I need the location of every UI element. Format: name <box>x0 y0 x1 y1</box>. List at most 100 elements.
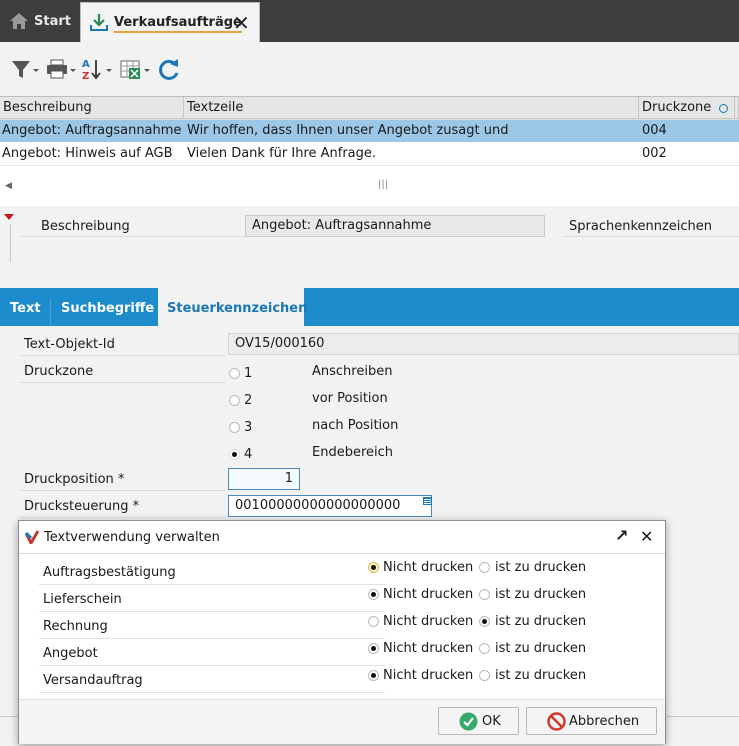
beschreibung-label: Beschreibung <box>41 219 130 234</box>
option-label: ist zu drucken <box>495 641 587 656</box>
rechnung-ist-zu-drucken-radio[interactable] <box>479 616 490 627</box>
dialog-row-versandauftrag: Versandauftrag <box>39 666 385 693</box>
option-label: ist zu drucken <box>495 587 587 602</box>
beschreibung-field[interactable]: Angebot: Auftragsannahme <box>245 215 545 237</box>
tab-suchbegriffe[interactable]: Suchbegriffe <box>51 288 157 326</box>
druckzone-label: Druckzone <box>24 364 94 379</box>
tab-text[interactable]: Text <box>0 288 50 326</box>
results-grid: Beschreibung Textzeile Druckzone Angebot… <box>0 96 739 207</box>
cell-textzeile: Vielen Dank für Ihre Anfrage. <box>187 146 377 161</box>
cell-druckzone: 002 <box>642 146 667 161</box>
svg-text:Z: Z <box>82 71 89 82</box>
column-sort-indicator-icon <box>719 104 728 113</box>
versandauftrag-nicht-drucken-radio[interactable] <box>368 670 379 681</box>
column-header-beschreibung[interactable]: Beschreibung <box>0 97 184 119</box>
lieferschein-nicht-drucken-radio[interactable] <box>368 589 379 600</box>
cell-beschreibung: Angebot: Auftragsannahme <box>2 123 182 138</box>
detail-panel: Beschreibung Angebot: Auftragsannahme Sp… <box>0 206 739 288</box>
table-row[interactable]: Angebot: Auftragsannahme Wir hoffen, das… <box>0 119 739 142</box>
druckposition-field[interactable]: 1 <box>228 468 300 490</box>
dialog-row-angebot: Angebot <box>39 639 385 666</box>
cancel-button[interactable]: Abbrechen <box>526 707 657 735</box>
collapse-arrow-icon[interactable] <box>4 214 14 220</box>
druckzone-radio-3-label: nach Position <box>312 418 399 433</box>
option-label: Nicht drucken <box>383 641 474 656</box>
excel-export-icon[interactable] <box>120 57 152 83</box>
textobjekt-label: Text-Objekt-Id <box>24 337 115 352</box>
column-header-druckzone-label: Druckzone <box>642 100 712 115</box>
scroll-grip-icon[interactable]: ||| <box>378 179 388 190</box>
tab-verkaufsauftraege[interactable]: Verkaufsaufträge ✕ <box>80 2 260 42</box>
druckzone-radio-4-value: 4 <box>244 447 253 462</box>
option-label: ist zu drucken <box>495 560 587 575</box>
tab-verkaufsauftraege-label: Verkaufsaufträge <box>114 15 242 33</box>
ok-button[interactable]: OK <box>438 707 519 735</box>
expand-dialog-icon[interactable]: ↗ <box>615 526 628 545</box>
tab-start[interactable]: Start <box>0 0 78 42</box>
svg-text:A: A <box>82 59 90 70</box>
scroll-left-icon[interactable]: ◀ <box>5 181 12 191</box>
lieferschein-ist-zu-drucken-radio[interactable] <box>479 589 490 600</box>
druckzone-radio-4-label: Endebereich <box>312 445 394 460</box>
druckzone-radio-4[interactable] <box>229 449 240 460</box>
druckzone-radio-2-label: vor Position <box>312 391 388 406</box>
option-label: Nicht drucken <box>383 614 474 629</box>
filter-icon[interactable] <box>10 57 40 83</box>
print-icon[interactable] <box>46 57 78 83</box>
tab-steuerkennzeichen[interactable]: Steuerkennzeichen <box>158 288 307 326</box>
close-dialog-icon[interactable]: ✕ <box>640 527 653 546</box>
dialog-title: Textverwendung verwalten <box>44 530 220 545</box>
drucksteuerung-label: Drucksteuerung * <box>24 499 140 514</box>
drucksteuerung-field[interactable]: 00100000000000000000 <box>228 495 432 517</box>
druckzone-radio-1-value: 1 <box>244 366 253 381</box>
check-icon <box>459 712 478 731</box>
column-header-extra <box>735 97 739 119</box>
dialog-row-label: Angebot <box>43 646 98 661</box>
dialog-row-label: Lieferschein <box>43 592 122 607</box>
druckzone-radio-1[interactable] <box>229 368 240 379</box>
angebot-ist-zu-drucken-radio[interactable] <box>479 643 490 654</box>
textverwendung-dialog: Textverwendung verwalten ↗ ✕ Auftragsbes… <box>18 520 666 744</box>
cell-druckzone: 004 <box>642 123 667 138</box>
horizontal-scrollbar[interactable]: ◀ ||| <box>0 177 739 195</box>
druckzone-radio-2[interactable] <box>229 395 240 406</box>
auftragsbestaetigung-nicht-drucken-radio[interactable] <box>368 562 379 573</box>
close-tab-icon[interactable]: ✕ <box>233 11 250 35</box>
auftragsbestaetigung-ist-zu-drucken-radio[interactable] <box>479 562 490 573</box>
sprachenkennzeichen-label: Sprachenkennzeichen <box>569 219 713 234</box>
download-icon <box>90 14 108 31</box>
versandauftrag-ist-zu-drucken-radio[interactable] <box>479 670 490 681</box>
cancel-button-label: Abbrechen <box>569 714 640 729</box>
app-logo-icon <box>25 530 39 544</box>
cell-textzeile: Wir hoffen, dass Ihnen unser Angebot zus… <box>187 123 509 138</box>
dialog-row-label: Rechnung <box>43 619 108 634</box>
drucksteuerung-picker-icon[interactable] <box>423 497 432 505</box>
druckzone-radio-3[interactable] <box>229 422 240 433</box>
rechnung-nicht-drucken-radio[interactable] <box>368 616 379 627</box>
cancel-icon <box>547 712 566 731</box>
column-header-textzeile[interactable]: Textzeile <box>184 97 639 119</box>
druckzone-radio-1-label: Anschreiben <box>312 364 393 379</box>
option-label: Nicht drucken <box>383 668 474 683</box>
cell-beschreibung: Angebot: Hinweis auf AGB <box>2 146 173 161</box>
refresh-icon[interactable] <box>156 57 182 83</box>
dialog-row-rechnung: Rechnung <box>39 612 385 639</box>
druckposition-label: Druckposition * <box>24 472 125 487</box>
table-row[interactable]: Angebot: Hinweis auf AGB Vielen Dank für… <box>0 142 739 165</box>
textobjekt-field: OV15/000160 <box>228 333 739 355</box>
option-label: ist zu drucken <box>495 614 587 629</box>
column-header-druckzone[interactable]: Druckzone <box>639 97 735 119</box>
sort-az-icon[interactable]: A Z <box>82 57 114 83</box>
home-icon <box>10 13 28 29</box>
ok-button-label: OK <box>482 714 501 729</box>
option-label: Nicht drucken <box>383 587 474 602</box>
druckzone-radio-2-value: 2 <box>244 393 253 408</box>
toolbar: A Z <box>0 42 739 96</box>
sub-tab-bar: Text Suchbegriffe Steuerkennzeichen <box>0 288 739 326</box>
dialog-row-auftragsbestaetigung: Auftragsbestätigung <box>39 558 385 585</box>
dialog-row-label: Auftragsbestätigung <box>43 565 176 580</box>
angebot-nicht-drucken-radio[interactable] <box>368 643 379 654</box>
option-label: Nicht drucken <box>383 560 474 575</box>
option-label: ist zu drucken <box>495 668 587 683</box>
dialog-header: Textverwendung verwalten ↗ ✕ <box>19 521 665 554</box>
